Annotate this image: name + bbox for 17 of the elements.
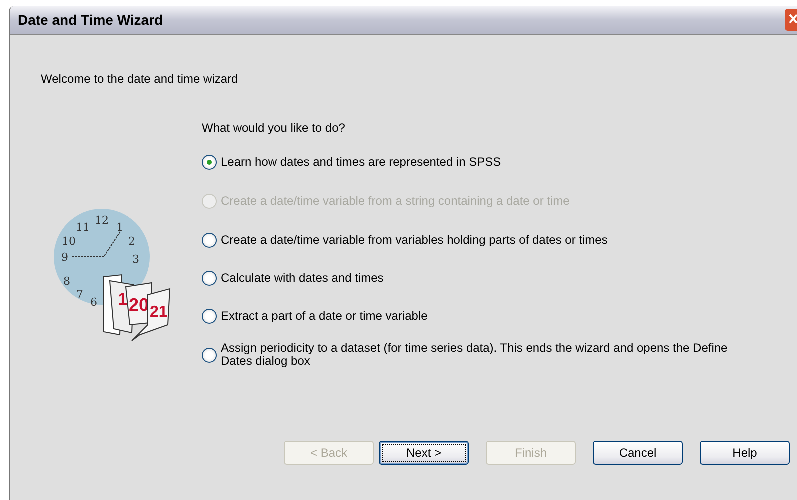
option-label[interactable]: Learn how dates and times are represented in SPSS (221, 156, 502, 168)
dialog-button[interactable]: Help (700, 441, 790, 465)
welcome-text: Welcome to the date and time wizard (41, 72, 240, 88)
radio-button[interactable] (202, 232, 217, 248)
radio-button[interactable] (202, 348, 217, 362)
option-label[interactable]: Create a date/time variable from variables holding parts of dates or times (221, 234, 608, 246)
radio-button[interactable] (202, 154, 217, 170)
option-label[interactable]: Extract a part of a date or time variable (221, 310, 428, 322)
option-label[interactable]: Calculate with dates and times (221, 272, 384, 284)
option-label[interactable]: Assign periodicity to a dataset (for time series data). This ends the wizard and opens the Define Dates dialog box (221, 342, 757, 368)
dialog-button[interactable]: Next > (379, 441, 469, 465)
window-title: Date and Time Wizard (18, 12, 164, 28)
radio-button[interactable] (202, 270, 217, 286)
dialog-button[interactable]: Cancel (593, 441, 683, 465)
radio-button[interactable] (202, 308, 217, 324)
question-label: What would you like to do? (202, 121, 346, 135)
close-icon[interactable] (785, 9, 797, 31)
